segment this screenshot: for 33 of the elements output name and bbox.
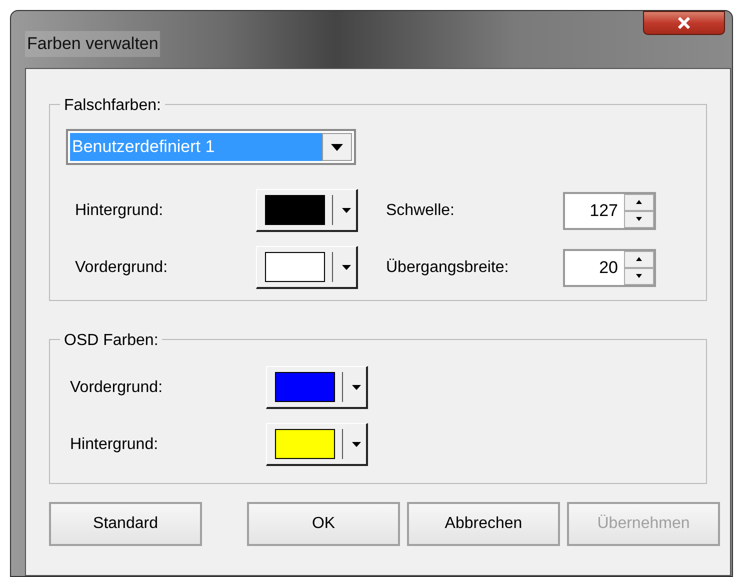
up-arrow-icon: [636, 200, 642, 204]
window-title: Farben verwalten: [25, 31, 160, 56]
dialog-button[interactable]: Abbrechen: [407, 502, 560, 546]
down-arrow-icon: [636, 217, 642, 221]
caret-icon: [342, 208, 351, 212]
dropdown-value: Benutzerdefiniert 1: [70, 133, 322, 161]
color-picker-button[interactable]: [256, 246, 358, 289]
color-picker-button[interactable]: [266, 423, 368, 466]
spinner-label: Übergangsbreite:: [386, 258, 510, 278]
close-icon: [677, 17, 691, 29]
dropdown-arrow-button[interactable]: [322, 133, 352, 161]
caret-icon: [352, 384, 361, 390]
color-label: Hintergrund:: [75, 200, 164, 220]
dialog-button[interactable]: Standard: [49, 502, 202, 546]
color-label: Vordergrund:: [75, 258, 169, 278]
color-picker-button[interactable]: [256, 189, 358, 232]
spinner-field[interactable]: 20: [563, 248, 656, 286]
spin-button[interactable]: [624, 210, 654, 228]
caret-icon: [331, 144, 343, 150]
dialog-button[interactable]: OK: [247, 502, 400, 546]
up-arrow-icon: [636, 257, 642, 261]
close-button[interactable]: [643, 11, 725, 35]
spin-button[interactable]: [624, 250, 654, 268]
down-arrow-icon: [636, 274, 642, 278]
caret-icon: [352, 442, 361, 446]
spin-button[interactable]: [624, 194, 654, 210]
color-label: Hintergrund:: [70, 434, 160, 454]
spinner-label: Schwelle:: [386, 200, 456, 220]
spin-button[interactable]: [624, 268, 654, 284]
color-label: Vordergrund:: [70, 378, 164, 398]
spinner-field[interactable]: 127: [563, 192, 656, 230]
caret-icon: [342, 264, 351, 270]
color-picker-button[interactable]: [266, 366, 368, 409]
